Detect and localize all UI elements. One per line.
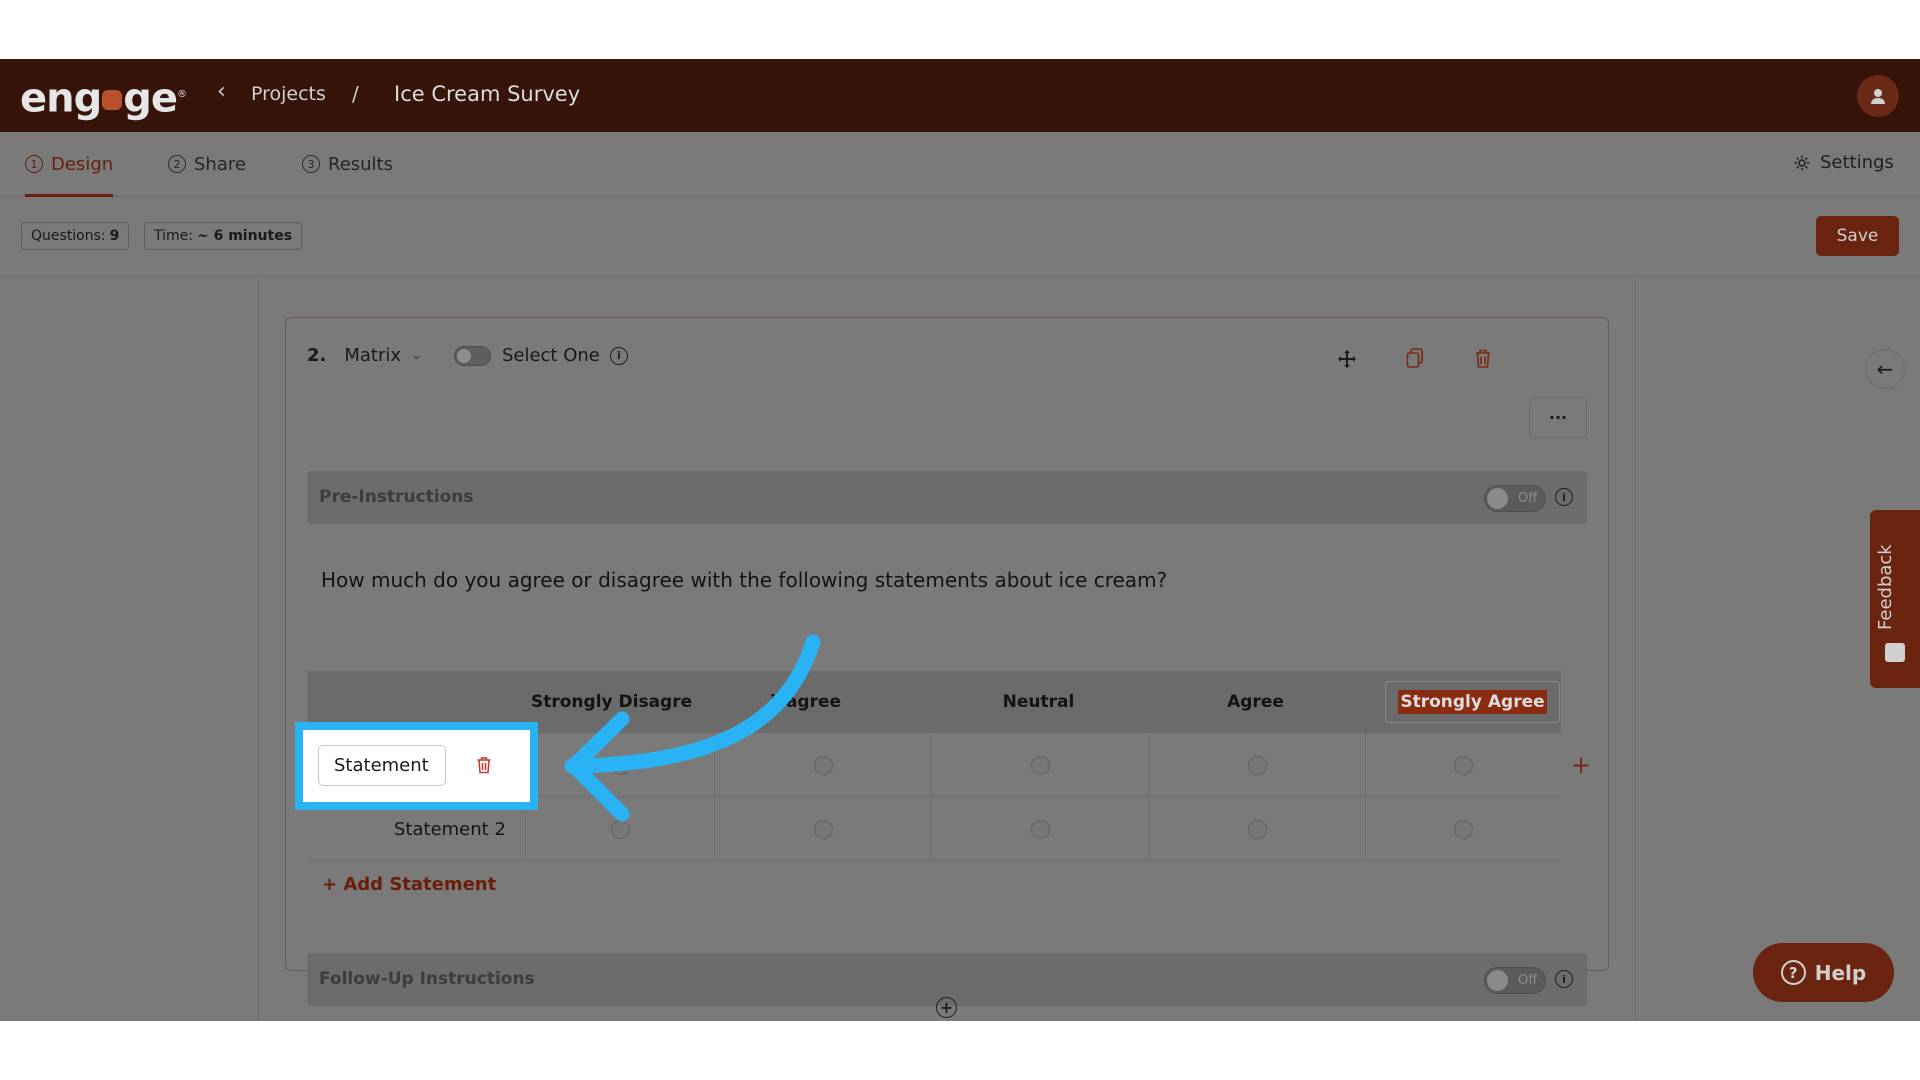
statement-input[interactable]: Statement: [318, 745, 446, 786]
smiley-icon: [1885, 643, 1905, 662]
add-column-icon[interactable]: +: [1571, 751, 1591, 779]
pre-instructions-bar: Pre-Instructions Off i: [307, 471, 1587, 524]
feedback-label: Feedback: [1875, 544, 1896, 630]
logo-mark-icon: [102, 90, 123, 111]
info-icon[interactable]: i: [1555, 970, 1573, 988]
tab-label: Design: [51, 153, 114, 175]
select-one-toggle[interactable]: [453, 345, 491, 366]
tab-label: Results: [328, 153, 393, 175]
feedback-tab[interactable]: Feedback: [1870, 510, 1920, 688]
question-card: [285, 317, 1609, 971]
tab-label: Share: [194, 153, 246, 175]
app-screen: eng ge® ‹ Projects / Ice Cream Survey 1 D…: [0, 59, 1920, 1021]
more-options-button[interactable]: ···: [1529, 397, 1587, 438]
top-bar: eng ge® ‹ Projects / Ice Cream Survey: [0, 59, 1920, 132]
radio-option[interactable]: [1454, 755, 1473, 775]
save-button[interactable]: Save: [1816, 216, 1899, 256]
pre-instructions-label: Pre-Instructions: [319, 487, 474, 507]
matrix-column-header[interactable]: Neutral: [930, 671, 1147, 733]
engage-logo[interactable]: eng ge®: [20, 75, 187, 122]
matrix-column-header[interactable]: Agree: [1147, 671, 1364, 733]
matrix-cell: [1148, 733, 1365, 797]
annotation-arrow-icon: [564, 634, 821, 822]
matrix-cell: [1365, 733, 1561, 797]
add-question-icon[interactable]: +: [936, 997, 957, 1018]
tab-share[interactable]: 2 Share: [168, 132, 246, 196]
breadcrumb-projects[interactable]: Projects: [251, 83, 326, 105]
time-value: ~ 6 minutes: [196, 228, 293, 244]
question-header: 2. Matrix ⌄ Select One i: [307, 345, 628, 366]
step-number: 2: [168, 155, 186, 173]
logo-text-start: eng: [20, 75, 102, 122]
time-estimate-badge: Time: ~ 6 minutes: [144, 222, 303, 250]
chevron-left-icon[interactable]: ‹: [217, 79, 226, 104]
breadcrumb-separator: /: [352, 82, 359, 106]
toggle-knob: [1487, 488, 1508, 509]
questions-value: 9: [109, 228, 120, 244]
tab-results[interactable]: 3 Results: [302, 132, 393, 196]
info-icon[interactable]: i: [609, 346, 628, 365]
arrow-left-icon: ←: [1876, 357, 1894, 381]
step-number: 3: [302, 155, 320, 173]
follow-up-label: Follow-Up Instructions: [319, 969, 535, 989]
question-number: 2.: [307, 345, 327, 366]
ellipsis-icon: ···: [1548, 408, 1568, 427]
question-type-select[interactable]: Matrix: [344, 345, 401, 366]
avatar[interactable]: [1857, 75, 1899, 117]
toggle-state: Off: [1518, 973, 1538, 988]
question-text[interactable]: How much do you agree or disagree with t…: [321, 568, 1167, 592]
radio-option[interactable]: [1247, 755, 1267, 775]
radio-option[interactable]: [1247, 819, 1267, 839]
logo-registered: ®: [177, 89, 187, 100]
select-one-label: Select One: [501, 345, 600, 366]
tab-design[interactable]: 1 Design: [25, 132, 114, 197]
tab-bar: 1 Design 2 Share 3 Results Settings: [0, 132, 1920, 197]
matrix-cell: [931, 797, 1148, 861]
trash-icon[interactable]: [1474, 348, 1492, 369]
gear-icon: [1794, 155, 1810, 170]
info-icon[interactable]: i: [1555, 488, 1573, 506]
matrix-cell: [1148, 797, 1365, 861]
logo-text-end: ge: [123, 75, 178, 122]
help-button[interactable]: ? Help: [1753, 943, 1894, 1002]
add-statement-link[interactable]: + Add Statement: [322, 874, 496, 895]
matrix-column-header-editing[interactable]: Strongly Agree: [1385, 681, 1560, 723]
questions-label: Questions:: [31, 228, 106, 244]
radio-option[interactable]: [1454, 819, 1473, 839]
questions-count-badge: Questions: 9: [21, 222, 130, 250]
question-mark-icon: ?: [1780, 960, 1806, 985]
collapse-panel-button[interactable]: ←: [1865, 349, 1905, 389]
project-title: Ice Cream Survey: [394, 82, 581, 106]
step-number: 1: [25, 155, 43, 173]
matrix-cell: [931, 733, 1148, 797]
settings-button[interactable]: Settings: [1793, 152, 1894, 173]
follow-up-toggle[interactable]: Off: [1484, 967, 1546, 994]
pre-instructions-toggle[interactable]: Off: [1484, 485, 1546, 512]
move-icon[interactable]: [1337, 349, 1357, 369]
selected-column-text: Strongly Agree: [1398, 690, 1547, 714]
radio-option[interactable]: [1030, 755, 1050, 775]
delete-statement-icon[interactable]: [476, 756, 492, 774]
settings-label: Settings: [1820, 152, 1894, 173]
radio-option[interactable]: [1030, 819, 1050, 839]
user-icon: [1871, 89, 1885, 104]
chevron-down-icon[interactable]: ⌄: [411, 348, 422, 363]
toggle-knob: [1487, 970, 1508, 991]
duplicate-icon[interactable]: [1406, 348, 1424, 369]
info-bar: Questions: 9 Time: ~ 6 minutes: [0, 197, 1920, 277]
toggle-state: Off: [1518, 491, 1538, 506]
matrix-cell: [1365, 797, 1561, 861]
help-label: Help: [1814, 960, 1867, 985]
time-label: Time:: [154, 228, 193, 244]
